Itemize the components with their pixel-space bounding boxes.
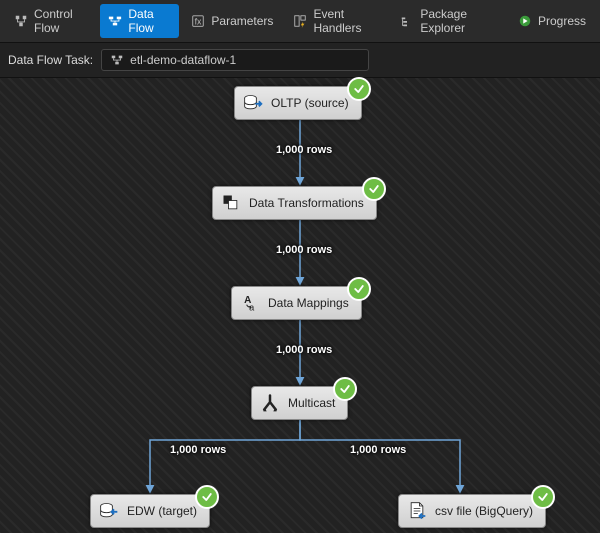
tab-label: Event Handlers bbox=[313, 7, 380, 35]
transform-icon bbox=[221, 193, 241, 213]
node-label: Multicast bbox=[288, 396, 335, 410]
node-label: OLTP (source) bbox=[271, 96, 349, 110]
tab-progress[interactable]: Progress bbox=[510, 11, 594, 31]
tab-control-flow[interactable]: Control Flow bbox=[6, 4, 96, 38]
data-flow-icon bbox=[108, 14, 122, 28]
task-selector[interactable]: etl-demo-dataflow-1 bbox=[101, 49, 369, 71]
node-data-mappings[interactable]: Aa Data Mappings bbox=[231, 286, 362, 320]
control-flow-icon bbox=[14, 14, 28, 28]
tab-label: Parameters bbox=[211, 14, 273, 28]
node-label: csv file (BigQuery) bbox=[435, 504, 533, 518]
edge-label: 1,000 rows bbox=[276, 344, 332, 356]
tab-package-explorer[interactable]: Package Explorer bbox=[392, 4, 506, 38]
tab-label: Progress bbox=[538, 14, 586, 28]
parameters-icon: fx bbox=[191, 14, 205, 28]
svg-text:fx: fx bbox=[195, 17, 202, 27]
event-handlers-icon bbox=[293, 14, 307, 28]
tab-parameters[interactable]: fx Parameters bbox=[183, 11, 281, 31]
success-check-icon bbox=[531, 485, 555, 509]
flatfile-target-icon bbox=[407, 501, 427, 521]
node-multicast[interactable]: Multicast bbox=[251, 386, 348, 420]
node-oltp-source[interactable]: OLTP (source) bbox=[234, 86, 362, 120]
node-label: Data Transformations bbox=[249, 196, 364, 210]
design-canvas[interactable]: 1,000 rows 1,000 rows 1,000 rows 1,000 r… bbox=[0, 78, 600, 533]
success-check-icon bbox=[347, 277, 371, 301]
task-label: Data Flow Task: bbox=[8, 53, 93, 67]
database-target-icon bbox=[99, 501, 119, 521]
success-check-icon bbox=[347, 77, 371, 101]
multicast-icon bbox=[260, 393, 280, 413]
node-data-transformations[interactable]: Data Transformations bbox=[212, 186, 377, 220]
edge-label: 1,000 rows bbox=[350, 444, 406, 456]
edge-label: 1,000 rows bbox=[276, 144, 332, 156]
top-toolbar: Control Flow Data Flow fx Parameters Eve… bbox=[0, 0, 600, 43]
success-check-icon bbox=[195, 485, 219, 509]
edge-label: 1,000 rows bbox=[276, 244, 332, 256]
success-check-icon bbox=[362, 177, 386, 201]
node-edw-target[interactable]: EDW (target) bbox=[90, 494, 210, 528]
tab-label: Control Flow bbox=[34, 7, 88, 35]
dataflow-task-icon bbox=[110, 53, 124, 67]
tab-event-handlers[interactable]: Event Handlers bbox=[285, 4, 388, 38]
tab-data-flow[interactable]: Data Flow bbox=[100, 4, 179, 38]
node-csv-bigquery[interactable]: csv file (BigQuery) bbox=[398, 494, 546, 528]
success-check-icon bbox=[333, 377, 357, 401]
package-explorer-icon bbox=[400, 14, 414, 28]
mapping-icon: Aa bbox=[240, 293, 260, 313]
edge-label: 1,000 rows bbox=[170, 444, 226, 456]
progress-icon bbox=[518, 14, 532, 28]
task-value: etl-demo-dataflow-1 bbox=[130, 53, 236, 67]
node-label: Data Mappings bbox=[268, 296, 349, 310]
node-label: EDW (target) bbox=[127, 504, 197, 518]
database-source-icon bbox=[243, 93, 263, 113]
tab-label: Data Flow bbox=[128, 7, 171, 35]
task-bar: Data Flow Task: etl-demo-dataflow-1 bbox=[0, 43, 600, 78]
tab-label: Package Explorer bbox=[420, 7, 498, 35]
